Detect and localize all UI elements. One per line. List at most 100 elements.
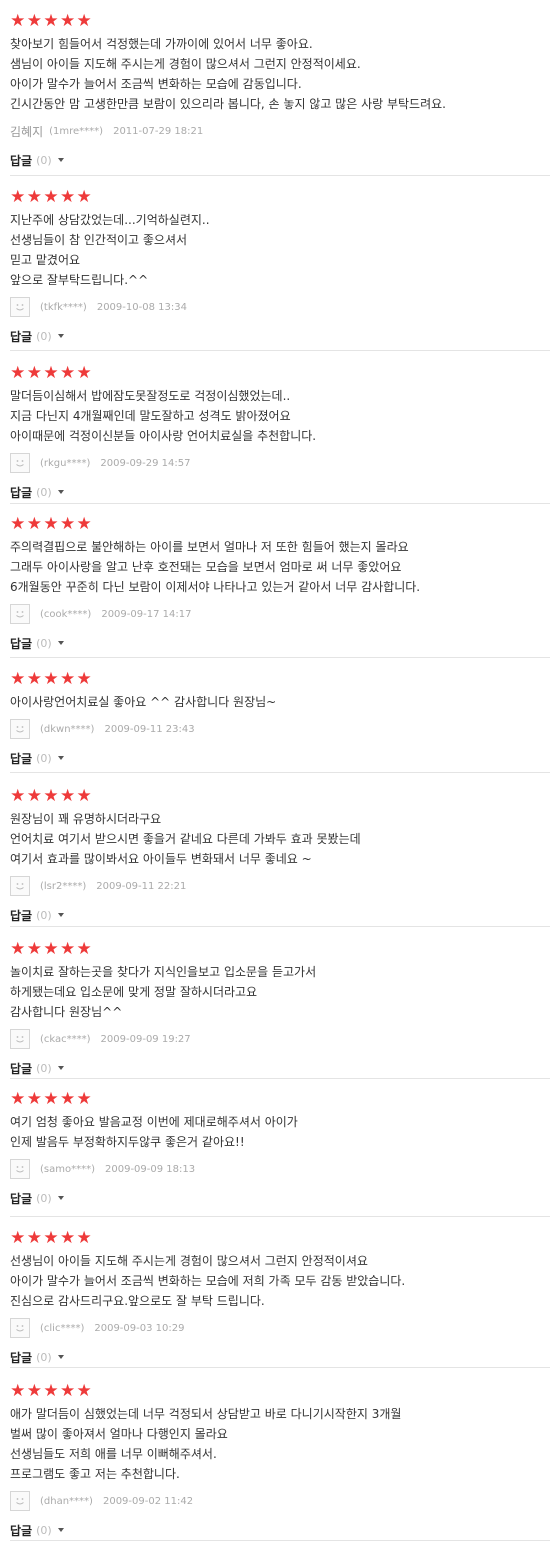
reply-toggle[interactable]: 답글 (0) [10, 152, 550, 168]
review-text: 놀이치료 잘하는곳을 찾다가 지식인을보고 입소문을 듣고가서 하게됐는데요 입소… [10, 962, 550, 1022]
reply-label[interactable]: 답글 [10, 635, 32, 652]
timestamp: 2009-09-11 22:21 [96, 880, 187, 892]
caret-down-icon[interactable] [57, 158, 64, 162]
review-line: 여기 엄청 좋아요 발음교정 이번에 제대로해주셔서 아이가 [10, 1115, 298, 1129]
review-line: 감사합니다 원장님^^ [10, 1005, 123, 1019]
reply-label[interactable]: 답글 [10, 750, 32, 767]
reply-label[interactable]: 답글 [10, 1349, 32, 1366]
timestamp: 2009-09-17 14:17 [101, 608, 192, 620]
reply-count: (0) [36, 153, 52, 167]
caret-down-icon[interactable] [57, 334, 64, 338]
review-line: 인제 발음두 부정확하지두않쿠 좋은거 같아요!! [10, 1135, 245, 1149]
star-icon: ★ [10, 1228, 26, 1248]
reply-label[interactable]: 답글 [10, 1190, 32, 1207]
reply-label[interactable]: 답글 [10, 152, 32, 169]
review-item: ★ ★ ★ ★ ★ 여기 엄청 좋아요 발음교정 이번에 제대로해주셔서 아이가 인제 발음… [10, 1090, 550, 1206]
review-line: 여기서 효과를 많이봐서요 아이들두 변화돼서 너무 좋네요 ~ [10, 852, 312, 866]
timestamp: 2009-10-08 13:34 [96, 301, 187, 313]
caret-down-icon[interactable] [57, 490, 64, 494]
reply-label[interactable]: 답글 [10, 484, 32, 501]
reply-count: (0) [36, 329, 52, 343]
star-rating: ★ ★ ★ ★ ★ [10, 787, 550, 805]
caret-down-icon[interactable] [57, 1528, 64, 1532]
reply-toggle[interactable]: 답글 (0) [10, 1190, 550, 1206]
reply-toggle[interactable]: 답글 (0) [10, 484, 550, 500]
caret-down-icon[interactable] [57, 1066, 64, 1070]
avatar-smiley-icon [10, 1029, 30, 1049]
review-item: ★ ★ ★ ★ ★ 아이사랑언어치료실 좋아요 ^^ 감사합니다 원장님~ (dkwn***… [10, 670, 550, 766]
star-icon: ★ [26, 939, 43, 959]
star-icon: ★ [76, 514, 92, 534]
caret-down-icon[interactable] [57, 913, 64, 917]
review-text: 아이사랑언어치료실 좋아요 ^^ 감사합니다 원장님~ [10, 692, 550, 712]
reply-toggle[interactable]: 답글 (0) [10, 328, 550, 344]
user-id: (clic****) [40, 1322, 85, 1334]
reply-toggle[interactable]: 답글 (0) [10, 750, 550, 766]
star-icon: ★ [76, 669, 92, 689]
reply-label[interactable]: 답글 [10, 1522, 32, 1539]
reply-label[interactable]: 답글 [10, 907, 32, 924]
user-id: (tkfk****) [40, 301, 87, 313]
reply-toggle[interactable]: 답글 (0) [10, 1349, 550, 1365]
star-rating: ★ ★ ★ ★ ★ [10, 940, 550, 958]
star-icon: ★ [10, 669, 26, 689]
divider [10, 926, 550, 927]
user-id: (dkwn****) [40, 723, 95, 735]
divider [10, 657, 550, 658]
divider [10, 1216, 550, 1217]
reply-count: (0) [36, 485, 52, 499]
divider [10, 772, 550, 773]
reply-toggle[interactable]: 답글 (0) [10, 1522, 550, 1538]
divider [10, 350, 550, 351]
review-line: 놀이치료 잘하는곳을 찾다가 지식인을보고 입소문을 듣고가서 [10, 965, 317, 979]
star-icon: ★ [43, 1089, 59, 1109]
user-id: (ckac****) [40, 1033, 91, 1045]
review-line: 원장님이 꽤 유명하시더라구요 [10, 812, 162, 826]
star-icon: ★ [43, 514, 59, 534]
star-rating: ★ ★ ★ ★ ★ [10, 670, 550, 688]
reply-count: (0) [36, 1061, 52, 1075]
review-line: 아이가 말수가 늘어서 조금씩 변화하는 모습에 감동입니다. [10, 77, 302, 91]
review-item: ★ ★ ★ ★ ★ 지난주에 상담갔었는데...기억하실련지.. 선생님들이 참 인간적이고… [10, 188, 550, 344]
star-icon: ★ [43, 1228, 59, 1248]
divider [10, 1078, 550, 1079]
star-icon: ★ [43, 11, 59, 31]
review-text: 지난주에 상담갔었는데...기억하실련지.. 선생님들이 참 인간적이고 좋으셔서… [10, 210, 550, 290]
review-line: 선생님이 아이들 지도해 주시는게 경험이 많으셔서 그런지 안정적이셔요 [10, 1254, 368, 1268]
star-icon: ★ [26, 11, 43, 31]
star-icon: ★ [26, 363, 43, 383]
timestamp: 2011-07-29 18:21 [113, 125, 204, 137]
review-line: 긴시간동안 맘 고생한만큼 보람이 있으리라 봅니다, 손 놓지 않고 많은 사… [10, 97, 446, 111]
star-icon: ★ [43, 187, 59, 207]
user-id: (cook****) [40, 608, 92, 620]
review-text: 말더듬이심해서 밥에잠도못잘정도로 걱정이심했었는데.. 지금 다닌지 4개월째인… [10, 386, 550, 446]
review-item: ★ ★ ★ ★ ★ 애가 말더듬이 심했었는데 너무 걱정되서 상담받고 바로 다니기시작… [10, 1382, 550, 1538]
star-icon: ★ [43, 786, 59, 806]
star-rating: ★ ★ ★ ★ ★ [10, 1090, 550, 1108]
review-line: 아이때문에 걱정이신분들 아이사랑 언어치료실을 추천합니다. [10, 429, 317, 443]
reply-toggle[interactable]: 답글 (0) [10, 635, 550, 651]
star-icon: ★ [76, 187, 92, 207]
reply-toggle[interactable]: 답글 (0) [10, 907, 550, 923]
star-icon: ★ [10, 1089, 26, 1109]
review-meta: (dkwn****) 2009-09-11 23:43 [10, 718, 550, 740]
review-item: ★ ★ ★ ★ ★ 주의력결핍으로 불안해하는 아이를 보면서 얼마나 저 또한 힘들어 … [10, 515, 550, 651]
review-line: 아이가 말수가 늘어서 조금씩 변화하는 모습에 저희 가족 모두 감동 받았습… [10, 1274, 406, 1288]
avatar-smiley-icon [10, 1159, 30, 1179]
star-rating: ★ ★ ★ ★ ★ [10, 1229, 550, 1247]
reply-label[interactable]: 답글 [10, 328, 32, 345]
caret-down-icon[interactable] [57, 1355, 64, 1359]
timestamp: 2009-09-03 10:29 [94, 1322, 185, 1334]
reply-label[interactable]: 답글 [10, 1060, 32, 1077]
divider [10, 503, 550, 504]
review-line: 6개월동안 꾸준히 다닌 보람이 이제서야 나타나고 있는거 같아서 너무 감사… [10, 580, 421, 594]
star-icon: ★ [76, 1089, 92, 1109]
avatar-smiley-icon [10, 1491, 30, 1511]
star-icon: ★ [59, 1228, 76, 1248]
star-rating: ★ ★ ★ ★ ★ [10, 188, 550, 206]
caret-down-icon[interactable] [57, 756, 64, 760]
caret-down-icon[interactable] [57, 1196, 64, 1200]
review-line: 샘님이 아이들 지도해 주시는게 경험이 많으셔서 그런지 안정적이세요. [10, 57, 361, 71]
caret-down-icon[interactable] [57, 641, 64, 645]
reply-toggle[interactable]: 답글 (0) [10, 1060, 550, 1076]
